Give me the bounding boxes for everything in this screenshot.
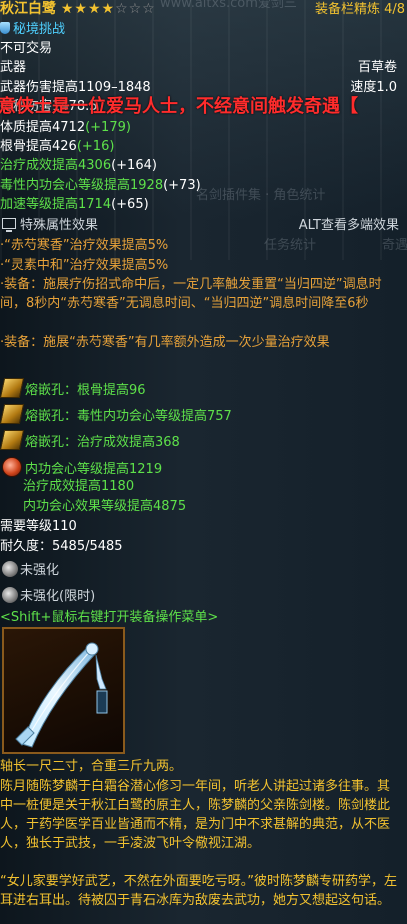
gem-icon (0, 404, 25, 424)
challenge-text: 秘境挑战 (13, 22, 66, 37)
gem-icon (0, 378, 25, 398)
stat-value: 体质提高4712 (0, 120, 86, 135)
lore-paragraph: “女儿家要学好武艺，不然在外面要吃亏呀。”彼时陈梦麟专研药学，左耳进右耳出。待被… (0, 874, 397, 908)
effect-line: ·“赤芍寒香”治疗效果提高5% (0, 238, 169, 253)
enhance-text: 未强化 (20, 563, 60, 578)
attack-speed: 速度1.0 (350, 80, 397, 95)
stone-line: 治疗成效提高1180 (23, 479, 135, 494)
socket-text: 熔嵌孔：治疗成效提高368 (25, 435, 180, 450)
item-name: 秋江白鹭 ★★★★☆☆☆ (0, 0, 156, 19)
refine-label: 装备栏精炼 4/8 (314, 2, 405, 17)
stat-bonus: (+73) (163, 178, 201, 193)
lore-size: 轴长一尺二寸，合重三斤九两。 (0, 759, 183, 774)
special-effects-heading: 特殊属性效果 (2, 216, 98, 235)
brush-scroll-illustration (15, 642, 108, 748)
stat-value: 根骨提高426 (0, 139, 77, 154)
scrolling-banner: 意侠士是一位爱马人士，不经意间触发奇遇【 (0, 96, 358, 117)
watermark-plugin: 名剑插件集 · 角色统计 (196, 188, 326, 203)
challenge-label: 秘境挑战 (0, 20, 65, 39)
item-name-text: 秋江白鹭 (0, 1, 56, 17)
stat-value: 治疗成效提高4306 (0, 158, 112, 173)
watermark-url: www.aitxs.com爱剑三 (160, 0, 297, 11)
effect-line: ·装备：施展疗伤招式命中后，一定几率触发重置“当归四逆”调息时间，8秒内“赤芍寒… (0, 277, 382, 311)
monitor-icon (2, 218, 16, 232)
watermark-task: 任务统计 (264, 238, 317, 253)
stat-bonus: (+16) (76, 139, 115, 154)
stone-line: 内功会心等级提高1219 (2, 457, 162, 479)
alt-hint: ALT查看多端效果 (298, 218, 399, 233)
stone-line: 内功会心效果等级提高4875 (23, 499, 187, 514)
stat-bonus: (+164) (111, 158, 157, 173)
stat-healing: 治疗成效提高4306(+164) (0, 156, 157, 175)
stat-value: 加速等级提高1714 (0, 197, 112, 212)
item-type: 武器 (0, 60, 27, 75)
weapon-damage: 武器伤害提高1109–1848 (0, 80, 151, 95)
watermark-adventure: 奇遇 (382, 238, 407, 253)
gem-icon (0, 430, 25, 450)
enhance-icon (2, 587, 18, 603)
required-level: 需要等级110 (0, 519, 77, 534)
socket-text: 熔嵌孔：根骨提高96 (25, 383, 146, 398)
item-category: 百草卷 (357, 60, 397, 75)
stat-constitution: 体质提高4712(+179) (0, 118, 131, 137)
enhance-slot-limited: 未强化(限时) (2, 587, 95, 606)
enhance-icon (2, 561, 18, 577)
operation-menu-hint: <Shift+鼠标右键打开装备操作菜单> (0, 610, 219, 625)
stat-bonus: (+65) (111, 197, 149, 212)
lore-paragraph: 陈月随陈梦麟于白霜谷潜心修习一年间，听老人讲起过诸多往事。其中一桩便是关于秋江白… (0, 779, 391, 851)
stat-value: 毒性内功会心等级提高1928 (0, 178, 164, 193)
socket-line: 熔嵌孔：治疗成效提高368 (0, 430, 180, 452)
flask-icon (0, 22, 10, 34)
durability: 耐久度：5485/5485 (0, 539, 123, 554)
effect-line: ·“灵素中和”治疗效果提高5% (0, 258, 169, 273)
special-heading-text: 特殊属性效果 (20, 218, 99, 233)
socket-line: 熔嵌孔：根骨提高96 (0, 378, 146, 400)
five-color-stone-icon (2, 457, 22, 477)
enhance-text: 未强化(限时) (20, 589, 96, 604)
socket-line: 熔嵌孔：毒性内功会心等级提高757 (0, 404, 232, 426)
stat-bonus: (+179) (85, 120, 131, 135)
untradeable-label: 不可交易 (0, 41, 53, 56)
stat-spirit: 根骨提高426(+16) (0, 137, 114, 156)
item-picture (2, 627, 125, 754)
stat-haste: 加速等级提高1714(+65) (0, 195, 149, 214)
stat-crit: 毒性内功会心等级提高1928(+73) (0, 176, 201, 195)
effect-line: ·装备：施展“赤芍寒香”有几率额外造成一次少量治疗效果 (0, 335, 330, 350)
stone-text: 内功会心等级提高1219 (25, 462, 163, 477)
enhance-slot: 未强化 (2, 561, 59, 580)
socket-text: 熔嵌孔：毒性内功会心等级提高757 (25, 409, 232, 424)
star-rating: ★★★★☆☆☆ (60, 1, 156, 17)
